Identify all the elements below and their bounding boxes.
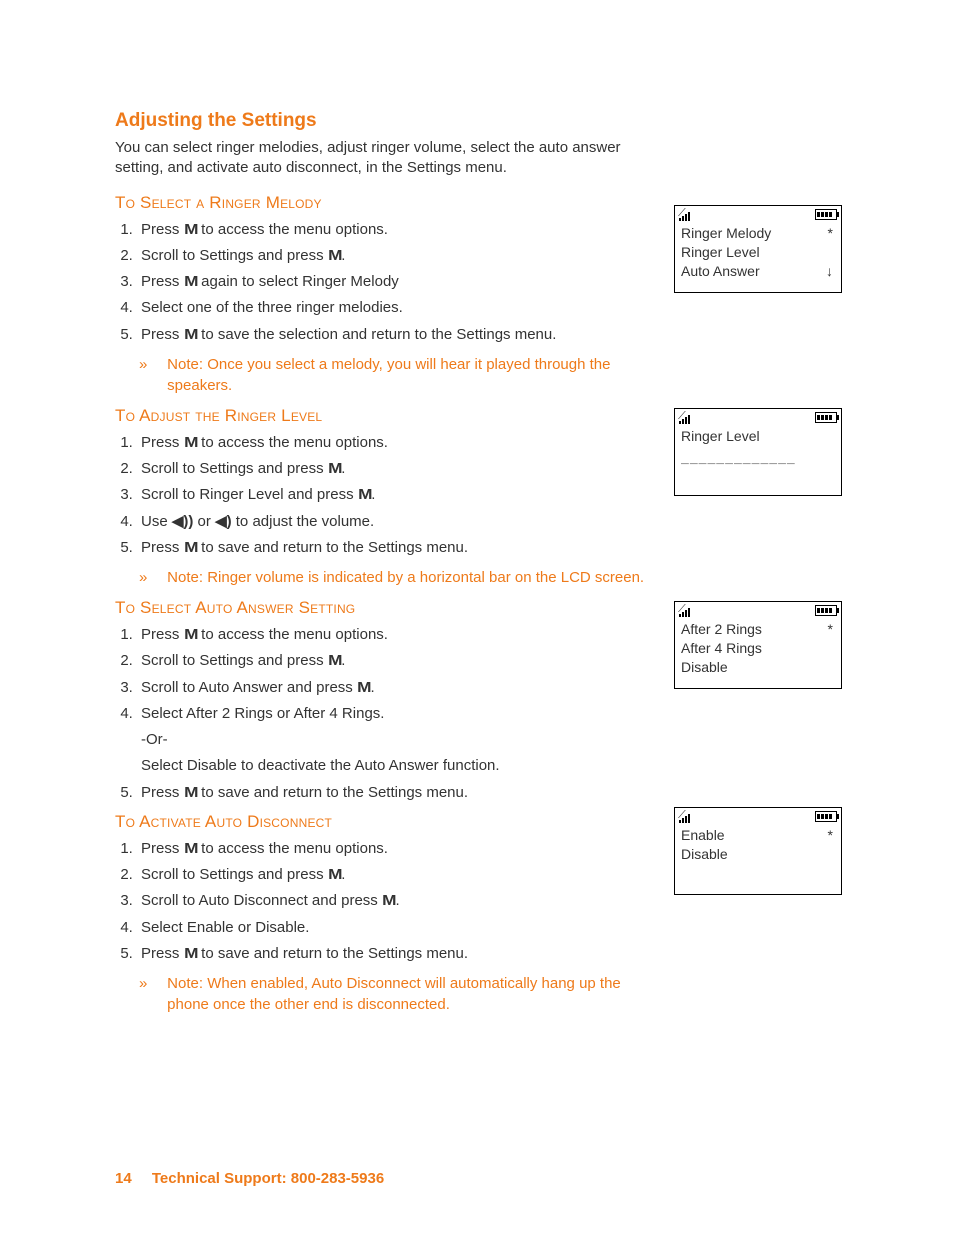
chevron-icon: » bbox=[139, 354, 163, 375]
lcd-row: After 4 Rings bbox=[675, 639, 841, 658]
step: Press M to save the selection and return… bbox=[137, 322, 670, 348]
lcd-settings-menu: ⟋ Ringer Melody* Ringer Level Auto Answe… bbox=[674, 205, 842, 293]
lcd-auto-answer: ⟋ After 2 Rings* After 4 Rings Disable bbox=[674, 601, 842, 689]
step: Press M to access the menu options. bbox=[137, 430, 670, 456]
steps-ringer-melody: Press M to access the menu options. Scro… bbox=[115, 217, 670, 348]
note: » Note: Once you select a melody, you wi… bbox=[139, 354, 670, 396]
step: Select one of the three ringer melodies. bbox=[137, 295, 670, 321]
page-title: Adjusting the Settings bbox=[115, 110, 670, 132]
subheading-ringer-level: To Adjust the Ringer Level bbox=[115, 406, 670, 426]
step: Press M to save and return to the Settin… bbox=[137, 780, 670, 806]
step: Scroll to Ringer Level and press M. bbox=[137, 482, 670, 508]
step: Press M to access the menu options. bbox=[137, 836, 670, 862]
step: Select Enable or Disable. bbox=[137, 915, 670, 941]
subheading-ringer-melody: To Select a Ringer Melody bbox=[115, 193, 670, 213]
step: Scroll to Settings and press M. bbox=[137, 648, 670, 674]
signal-icon bbox=[679, 813, 691, 823]
signal-icon bbox=[679, 607, 691, 617]
note: » Note: When enabled, Auto Disconnect wi… bbox=[139, 973, 670, 1015]
volume-down-icon: ◀) bbox=[215, 509, 232, 535]
lcd-row: Ringer Melody* bbox=[675, 224, 841, 243]
chevron-icon: » bbox=[139, 567, 163, 588]
figure-column: ⟋ Ringer Melody* Ringer Level Auto Answe… bbox=[674, 110, 854, 1010]
menu-m-icon: M bbox=[328, 648, 341, 674]
menu-m-icon: M bbox=[184, 622, 197, 648]
step: Select After 2 Rings or After 4 Rings. -… bbox=[137, 701, 670, 780]
note: » Note: Ringer volume is indicated by a … bbox=[139, 567, 670, 588]
lcd-row: Disable bbox=[675, 845, 841, 864]
page-number: 14 bbox=[115, 1170, 132, 1187]
step: Scroll to Settings and press M. bbox=[137, 862, 670, 888]
battery-icon bbox=[815, 209, 837, 220]
menu-m-icon: M bbox=[184, 941, 197, 967]
step: Scroll to Settings and press M. bbox=[137, 456, 670, 482]
lcd-row: Ringer Level bbox=[675, 243, 841, 262]
step: Scroll to Auto Answer and press M. bbox=[137, 675, 670, 701]
tech-support-label: Technical Support: 800-283-5936 bbox=[152, 1170, 384, 1187]
menu-m-icon: M bbox=[358, 482, 371, 508]
menu-m-icon: M bbox=[184, 217, 197, 243]
step: Press M to access the menu options. bbox=[137, 217, 670, 243]
menu-m-icon: M bbox=[382, 888, 395, 914]
battery-icon bbox=[815, 811, 837, 822]
lcd-row: Enable* bbox=[675, 826, 841, 845]
menu-m-icon: M bbox=[328, 243, 341, 269]
content-column: Adjusting the Settings You can select ri… bbox=[115, 110, 670, 1025]
signal-icon bbox=[679, 414, 691, 424]
menu-m-icon: M bbox=[184, 269, 197, 295]
manual-page: Adjusting the Settings You can select ri… bbox=[0, 0, 954, 1235]
menu-m-icon: M bbox=[357, 675, 370, 701]
step: Scroll to Auto Disconnect and press M. bbox=[137, 888, 670, 914]
down-arrow-icon: ↓ bbox=[826, 263, 833, 279]
lcd-row: Disable bbox=[675, 658, 841, 677]
lcd-volume-bar: _____________ bbox=[675, 446, 841, 469]
chevron-icon: » bbox=[139, 973, 163, 994]
lcd-ringer-level: ⟋ Ringer Level _____________ bbox=[674, 408, 842, 496]
step: Press M to save and return to the Settin… bbox=[137, 941, 670, 967]
step: Press M to access the menu options. bbox=[137, 622, 670, 648]
lcd-row: Auto Answer↓ bbox=[675, 262, 841, 281]
menu-m-icon: M bbox=[328, 456, 341, 482]
steps-ringer-level: Press M to access the menu options. Scro… bbox=[115, 430, 670, 561]
step: Scroll to Settings and press M. bbox=[137, 243, 670, 269]
star-icon: * bbox=[828, 225, 833, 241]
step: Use ◀)) or ◀) to adjust the volume. bbox=[137, 509, 670, 535]
lcd-row: After 2 Rings* bbox=[675, 620, 841, 639]
subheading-auto-disconnect: To Activate Auto Disconnect bbox=[115, 812, 670, 832]
menu-m-icon: M bbox=[184, 836, 197, 862]
menu-m-icon: M bbox=[184, 322, 197, 348]
menu-m-icon: M bbox=[184, 780, 197, 806]
lcd-row: Ringer Level bbox=[675, 427, 841, 446]
menu-m-icon: M bbox=[184, 430, 197, 456]
battery-icon bbox=[815, 412, 837, 423]
star-icon: * bbox=[828, 827, 833, 843]
signal-icon bbox=[679, 211, 691, 221]
lcd-auto-disconnect: ⟋ Enable* Disable bbox=[674, 807, 842, 895]
step: Press M again to select Ringer Melody bbox=[137, 269, 670, 295]
menu-m-icon: M bbox=[184, 535, 197, 561]
volume-up-icon: ◀)) bbox=[172, 509, 194, 535]
page-footer: 14 Technical Support: 800-283-5936 bbox=[115, 1170, 384, 1187]
star-icon: * bbox=[828, 621, 833, 637]
step: Press M to save and return to the Settin… bbox=[137, 535, 670, 561]
steps-auto-disconnect: Press M to access the menu options. Scro… bbox=[115, 836, 670, 967]
intro-paragraph: You can select ringer melodies, adjust r… bbox=[115, 138, 670, 179]
battery-icon bbox=[815, 605, 837, 616]
menu-m-icon: M bbox=[328, 862, 341, 888]
steps-auto-answer: Press M to access the menu options. Scro… bbox=[115, 622, 670, 806]
subheading-auto-answer: To Select Auto Answer Setting bbox=[115, 598, 670, 618]
